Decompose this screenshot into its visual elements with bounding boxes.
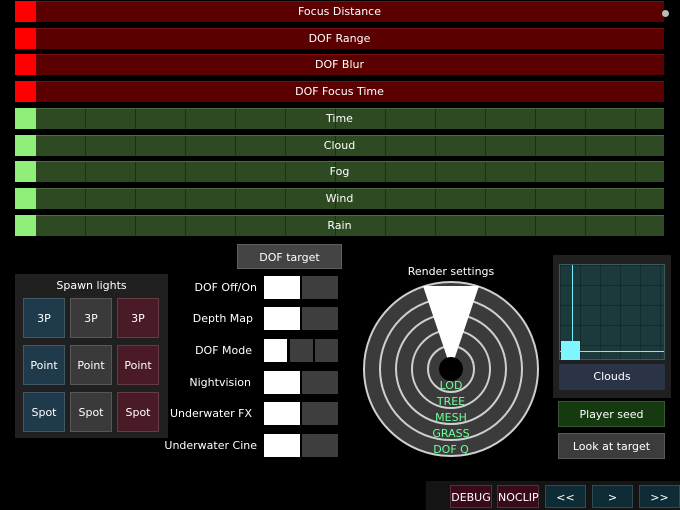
next-button[interactable]: >> bbox=[639, 485, 680, 508]
dof-blur-slider[interactable]: DOF Blur bbox=[15, 54, 664, 75]
dof-mode-label: DOF Mode bbox=[195, 344, 252, 357]
slider-label: DOF Range bbox=[308, 32, 371, 45]
slider-label: Cloud bbox=[323, 139, 356, 152]
dof-focus-time-slider[interactable]: DOF Focus Time bbox=[15, 81, 664, 102]
render-level-dof-q[interactable]: DOF Q bbox=[391, 443, 511, 456]
underwater-cine-toggle-on[interactable] bbox=[264, 434, 300, 457]
scrollbar-thumb[interactable] bbox=[662, 10, 669, 17]
look-at-target-button[interactable]: Look at target bbox=[558, 433, 665, 459]
cloud-xy-pad[interactable] bbox=[559, 264, 665, 360]
render-level-lod[interactable]: LOD bbox=[391, 379, 511, 392]
render-level-mesh[interactable]: MESH bbox=[391, 411, 511, 424]
underwater-cine-toggle-off[interactable] bbox=[302, 434, 338, 457]
debug-button[interactable]: DEBUG bbox=[450, 485, 492, 508]
depth-map-toggle-off[interactable] bbox=[302, 307, 338, 330]
wind-slider[interactable]: Wind bbox=[15, 188, 664, 209]
spawn-lights-title: Spawn lights bbox=[56, 279, 127, 292]
dof-mode-option-3[interactable] bbox=[315, 339, 338, 362]
pad-handle[interactable] bbox=[561, 341, 580, 360]
depth-map-toggle-on[interactable] bbox=[264, 307, 300, 330]
noclip-button[interactable]: NOCLIP bbox=[497, 485, 539, 508]
dof-mode-option-1[interactable] bbox=[264, 339, 287, 362]
spawn-spot-button-2[interactable]: Spot bbox=[70, 392, 112, 432]
spawn-point-button-1[interactable]: Point bbox=[23, 345, 65, 385]
slider-label: DOF Blur bbox=[314, 58, 365, 71]
spawn-3p-button-2[interactable]: 3P bbox=[70, 298, 112, 338]
cloud-slider[interactable]: Cloud bbox=[15, 135, 664, 156]
dof-mode-option-2[interactable] bbox=[290, 339, 313, 362]
nightvision-toggle-on[interactable] bbox=[264, 371, 300, 394]
dof-target-button[interactable]: DOF target bbox=[237, 244, 342, 269]
render-level-tree[interactable]: TREE bbox=[391, 395, 511, 408]
spawn-point-button-2[interactable]: Point bbox=[70, 345, 112, 385]
nightvision-toggle-off[interactable] bbox=[302, 371, 338, 394]
dof-off-on-toggle-off[interactable] bbox=[302, 276, 338, 299]
underwater-cine-label: Underwater Cine bbox=[164, 439, 257, 452]
prev-prev-button[interactable]: << bbox=[545, 485, 586, 508]
render-settings-title: Render settings bbox=[407, 265, 495, 278]
slider-label: Fog bbox=[329, 165, 350, 178]
spawn-3p-button-3[interactable]: 3P bbox=[117, 298, 159, 338]
dof-off-on-label: DOF Off/On bbox=[194, 281, 257, 294]
spawn-point-button-3[interactable]: Point bbox=[117, 345, 159, 385]
render-level-grass[interactable]: GRASS bbox=[391, 427, 511, 440]
player-seed-button[interactable]: Player seed bbox=[558, 401, 665, 427]
slider-label: Focus Distance bbox=[297, 5, 381, 18]
underwater-fx-toggle-off[interactable] bbox=[302, 402, 338, 425]
focus-distance-slider[interactable]: Focus Distance bbox=[15, 1, 664, 22]
slider-label: Rain bbox=[327, 219, 352, 232]
spawn-spot-button-3[interactable]: Spot bbox=[117, 392, 159, 432]
underwater-fx-toggle-on[interactable] bbox=[264, 402, 300, 425]
prev-button[interactable]: > bbox=[592, 485, 633, 508]
slider-label: Time bbox=[326, 112, 353, 125]
dof-off-on-toggle-on[interactable] bbox=[264, 276, 300, 299]
clouds-button[interactable]: Clouds bbox=[559, 364, 665, 390]
depth-map-label: Depth Map bbox=[192, 312, 253, 325]
slider-label: Wind bbox=[325, 192, 354, 205]
time-slider[interactable]: Time bbox=[15, 108, 664, 129]
spawn-spot-button-1[interactable]: Spot bbox=[23, 392, 65, 432]
spawn-3p-button-1[interactable]: 3P bbox=[23, 298, 65, 338]
dof-range-slider[interactable]: DOF Range bbox=[15, 28, 664, 49]
fog-slider[interactable]: Fog bbox=[15, 161, 664, 182]
slider-label: DOF Focus Time bbox=[295, 85, 384, 98]
underwater-fx-label: Underwater FX bbox=[170, 407, 252, 420]
rain-slider[interactable]: Rain bbox=[15, 215, 664, 236]
nightvision-label: Nightvision bbox=[189, 376, 251, 389]
